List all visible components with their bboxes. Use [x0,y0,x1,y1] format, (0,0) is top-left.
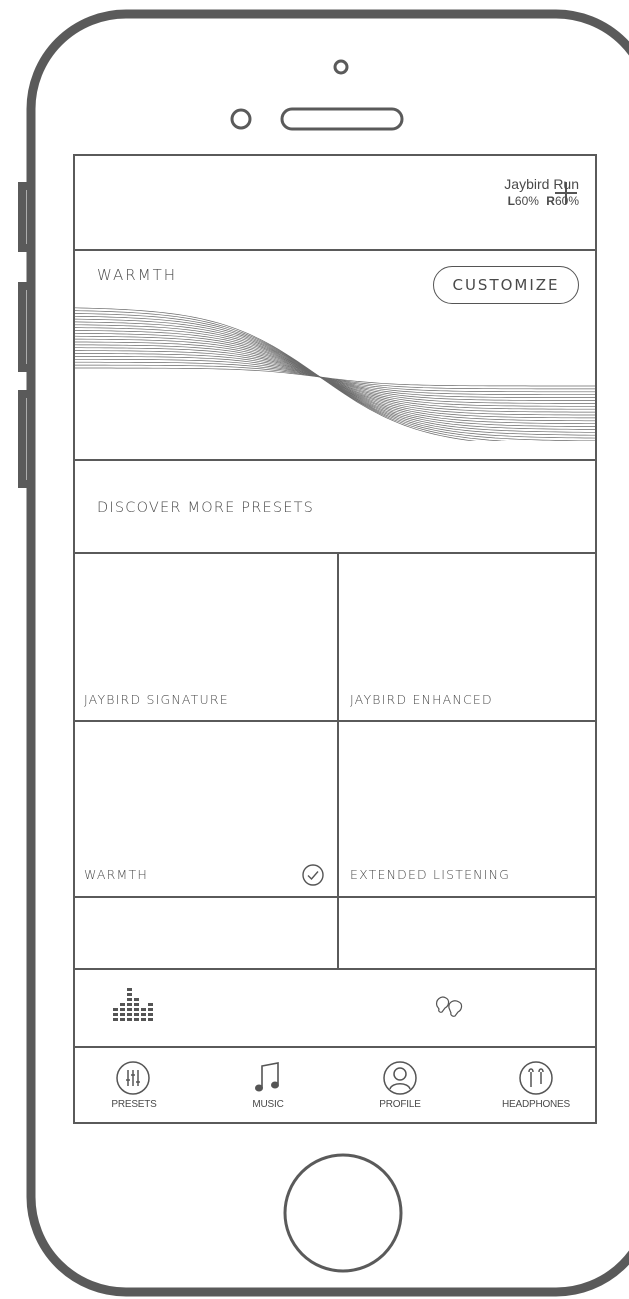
nav-headphones[interactable]: HEADPHONES [481,1048,591,1120]
nav-music[interactable]: MUSIC [213,1048,323,1120]
nav-label: MUSIC [252,1099,284,1110]
wave-line [75,310,508,441]
battery-levels: L60% R60% [508,194,579,208]
preset-tile-empty[interactable] [339,898,595,966]
nav-label: HEADPHONES [501,1099,570,1110]
wave-line [75,353,595,401]
sliders-icon [116,1061,150,1095]
left-battery: 60% [514,194,539,208]
wave-line [75,313,595,441]
preset-tile-empty[interactable] [75,898,337,966]
preset-tile-label: JAYBIRD ENHANCED [350,692,493,707]
nav-label: PRESETS [111,1099,157,1110]
wave-line [75,307,477,441]
nav-presets[interactable]: PRESETS [79,1048,189,1120]
divider [75,459,595,461]
divider [75,249,595,251]
wave-line [75,332,595,422]
divider [75,968,595,970]
earbuds-icon [519,1061,553,1095]
wave-line [75,350,595,404]
preset-tile-warmth[interactable]: WARMTH [75,722,337,896]
nav-profile[interactable]: PROFILE [345,1048,455,1120]
nav-label: PROFILE [379,1099,421,1110]
preset-tile-jaybird-enhanced[interactable]: JAYBIRD ENHANCED [339,554,595,720]
wave-line [75,341,595,413]
left-label: L [507,194,515,208]
current-preset-title: WARMTH [97,266,178,284]
earbuds-status-icon [436,996,463,1017]
equalizer-icon[interactable] [111,986,171,1026]
right-label: R [546,194,555,208]
person-icon [383,1061,417,1095]
wave-line [75,338,595,416]
eq-curve-graphic [75,307,595,441]
preset-tile-jaybird-signature[interactable]: JAYBIRD SIGNATURE [75,554,337,720]
preset-tile-label: JAYBIRD SIGNATURE [84,692,229,707]
wave-line [75,330,595,425]
checkmark-icon [302,864,324,886]
preset-tile-label: EXTENDED LISTENING [350,867,511,882]
music-note-icon [255,1062,279,1092]
app-screen: WARMTH CUSTOMIZE DISCOVER MORE PRESETS J… [73,154,597,1124]
device-name: Jaybird Run [504,176,579,192]
right-battery: 60% [554,194,579,208]
wave-line [75,318,595,436]
wave-line [75,358,595,396]
wave-line [75,321,595,433]
discover-more-presets-link[interactable]: DISCOVER MORE PRESETS [97,500,314,516]
preset-tile-extended-listening[interactable]: EXTENDED LISTENING [339,722,595,896]
preset-tile-label: WARMTH [84,867,148,882]
wave-line [75,344,595,410]
